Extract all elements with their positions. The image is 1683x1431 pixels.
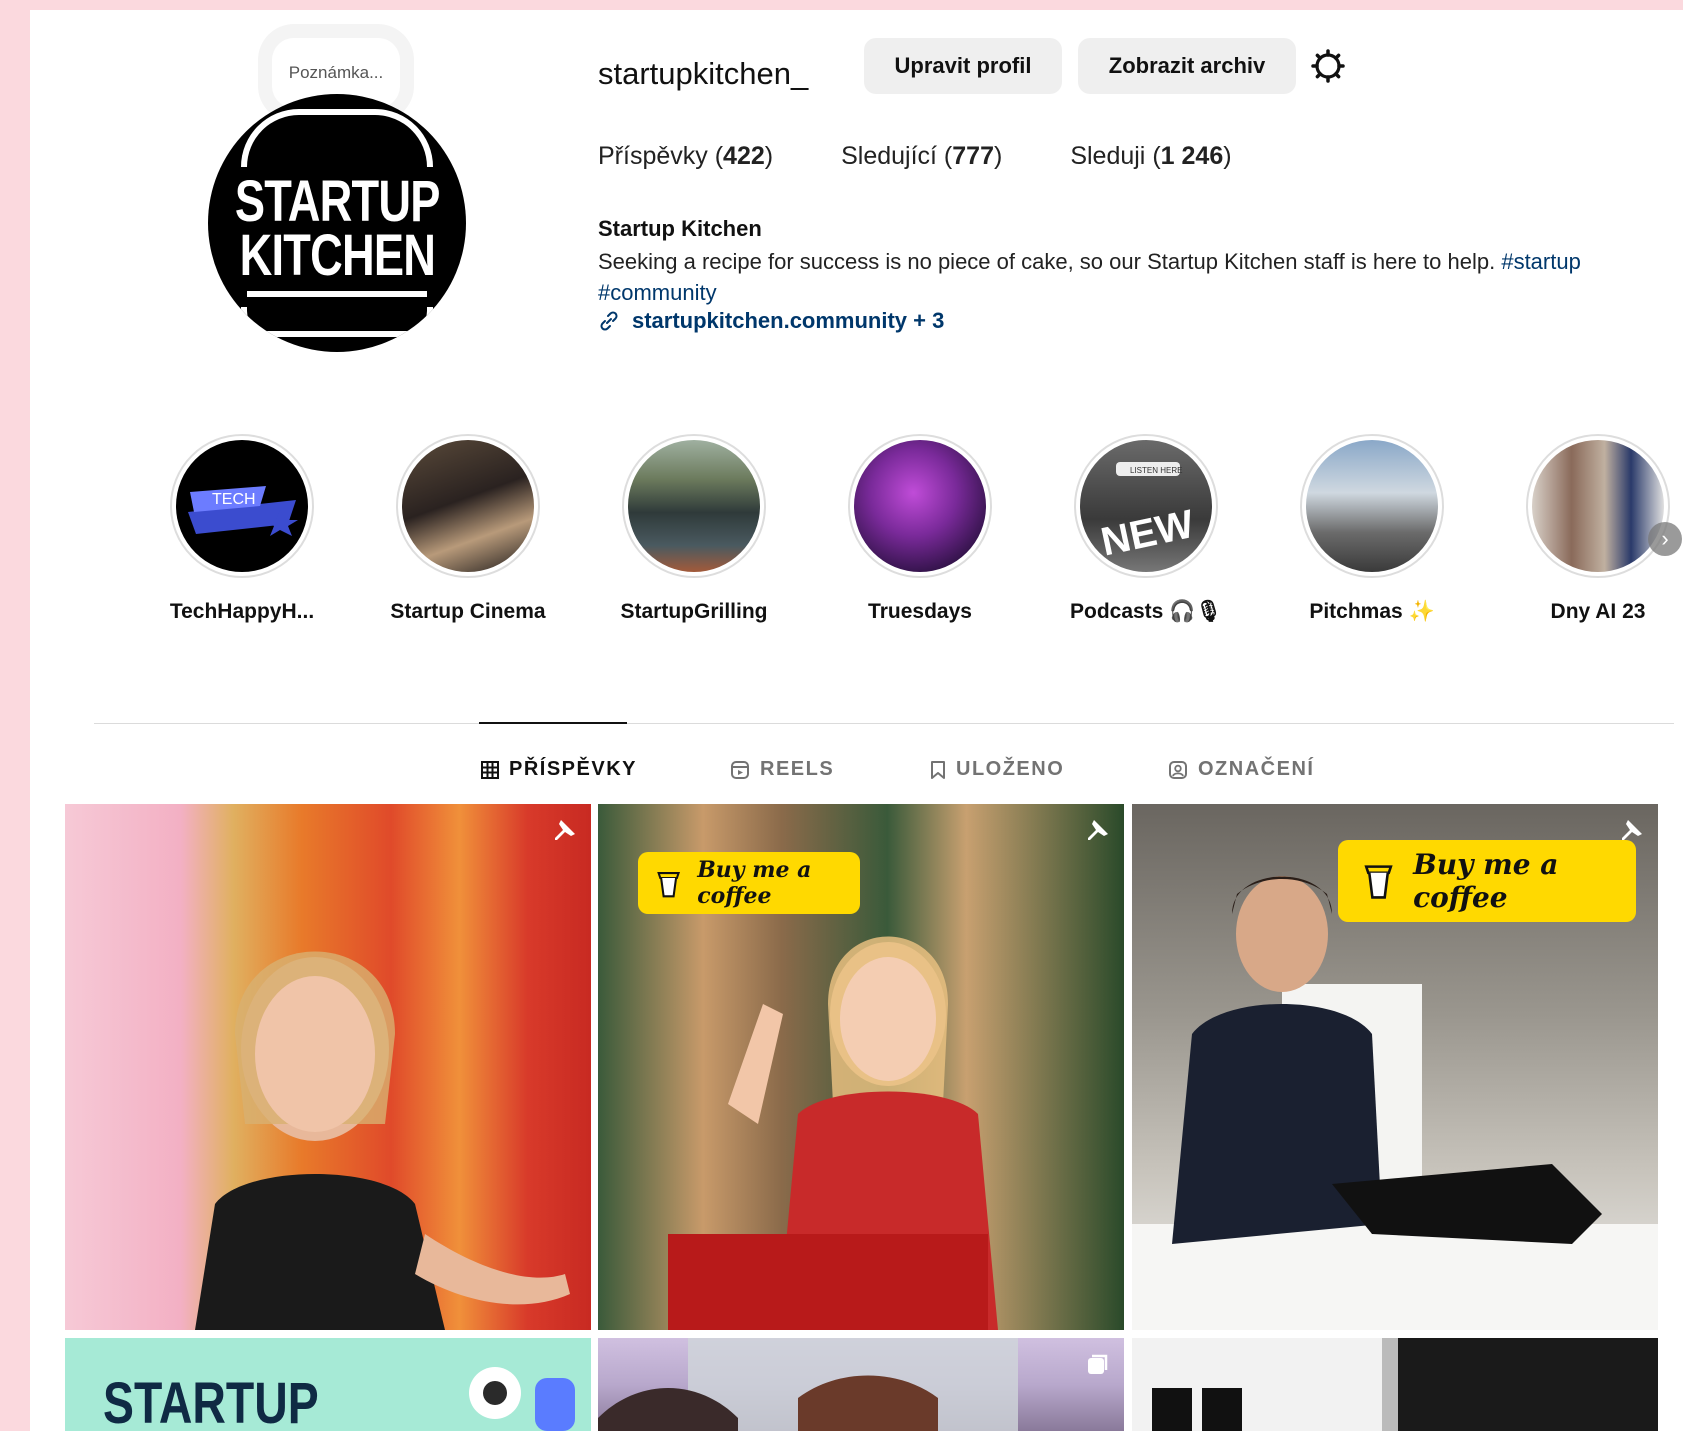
story-highlights: TECH TechHappyH... Startup Cinema Startu… — [30, 434, 1683, 634]
pinned-icon — [555, 820, 575, 840]
username: startupkitchen_ — [598, 56, 809, 91]
highlight-podcasts[interactable]: LISTEN HERE NEW Podcasts 🎧🎙 — [1066, 434, 1226, 624]
highlight-thumb — [628, 440, 760, 572]
tab-tagged[interactable]: OZNAČENÍ — [1168, 758, 1314, 781]
stat-following-label: Sleduji — [1070, 142, 1146, 170]
tab-reels[interactable]: REELS — [730, 758, 834, 781]
note-placeholder: Poznámka... — [288, 63, 384, 82]
grid-icon — [481, 760, 499, 779]
post-tile[interactable] — [65, 804, 591, 1330]
stat-followers[interactable]: Sledující (777) — [841, 142, 1002, 171]
profile-full-name: Startup Kitchen — [598, 216, 762, 241]
view-archive-button[interactable]: Zobrazit archiv — [1078, 38, 1296, 94]
highlight-techhappyhour[interactable]: TECH TechHappyH... — [162, 434, 322, 624]
highlight-startup-cinema[interactable]: Startup Cinema — [388, 434, 548, 624]
reels-icon — [731, 760, 749, 779]
highlight-thumb: TECH — [176, 440, 308, 572]
profile-link-more: + 3 — [913, 308, 945, 333]
settings-gear-icon[interactable] — [1310, 48, 1346, 84]
bookmark-icon — [931, 760, 945, 779]
coffee-cup-icon — [1364, 865, 1393, 899]
tab-posts[interactable]: PŘÍSPĚVKY — [481, 758, 637, 781]
post-tile[interactable]: Buy me a coffee — [598, 804, 1124, 1330]
stat-followers-count: 777 — [952, 142, 994, 170]
post-tile[interactable]: Buy me a coffee — [1132, 804, 1658, 1330]
hashtag-community[interactable]: #community — [598, 280, 717, 305]
avatar-logo-line-2: KITCHEN — [239, 223, 435, 288]
profile-avatar[interactable]: STARTUP KITCHEN — [208, 94, 466, 352]
highlight-label: Pitchmas ✨ — [1309, 600, 1435, 623]
highlight-pitchmas[interactable]: Pitchmas ✨ — [1292, 434, 1452, 624]
post-tile[interactable] — [598, 1338, 1124, 1431]
coffee-label: Buy me a coffee — [1413, 848, 1559, 914]
stat-posts-count: 422 — [723, 142, 765, 170]
coffee-label: Buy me a coffee — [697, 857, 812, 909]
highlight-label: Dny AI 23 — [1550, 600, 1646, 623]
profile-link[interactable]: startupkitchen.community + 3 — [598, 308, 944, 334]
post-tile[interactable] — [1132, 1338, 1658, 1431]
pinned-icon — [1622, 820, 1642, 840]
burger-patty-icon — [247, 291, 427, 297]
highlight-thumb — [1532, 440, 1664, 572]
post-photo-crowd — [598, 1338, 1018, 1431]
highlight-label: Podcasts 🎧🎙 — [1069, 600, 1222, 623]
burger-bun-top-icon — [241, 109, 433, 167]
stat-posts-label: Příspěvky — [598, 142, 708, 170]
tab-label: ULOŽENO — [956, 758, 1065, 780]
tagged-icon — [1169, 760, 1187, 779]
stat-following-count: 1 246 — [1160, 142, 1224, 170]
edit-profile-button[interactable]: Upravit profil — [864, 38, 1062, 94]
tabs-divider — [94, 723, 1674, 724]
highlight-thumb — [1306, 440, 1438, 572]
highlight-thumb — [402, 440, 534, 572]
tab-label: PŘÍSPĚVKY — [509, 758, 637, 780]
pinned-icon — [1088, 820, 1108, 840]
carousel-icon — [1088, 1354, 1108, 1374]
tab-label: OZNAČENÍ — [1198, 758, 1315, 780]
profile-link-text: startupkitchen.community — [632, 308, 908, 333]
buy-me-a-coffee-badge: Buy me a coffee — [638, 852, 860, 914]
burger-bun-bottom-icon — [241, 307, 433, 337]
stat-followers-label: Sledující — [841, 142, 937, 170]
highlight-thumb: LISTEN HERE NEW — [1080, 440, 1212, 572]
highlight-startupgrilling[interactable]: StartupGrilling — [614, 434, 774, 624]
coffee-cup-icon — [657, 872, 681, 898]
link-icon — [600, 311, 618, 331]
highlight-label: TechHappyH... — [169, 600, 315, 623]
new-thumb-text: NEW — [1097, 502, 1198, 564]
stat-following[interactable]: Sleduji (1 246) — [1070, 142, 1231, 171]
post-photo-woman-ribbons — [195, 951, 570, 1330]
avatar-logo-line-1: STARTUP — [234, 169, 441, 234]
post-tile[interactable]: STARTUP — [65, 1338, 591, 1431]
tab-label: REELS — [760, 758, 835, 780]
active-tab-indicator — [479, 722, 627, 724]
tech-thumb-text: TECH — [212, 491, 256, 508]
highlights-next-chevron-icon[interactable]: › — [1648, 522, 1682, 556]
post-startup-text: STARTUP — [103, 1371, 319, 1431]
buy-me-a-coffee-badge: Buy me a coffee — [1338, 840, 1636, 922]
stat-posts[interactable]: Příspěvky (422) — [598, 142, 773, 171]
highlight-thumb — [854, 440, 986, 572]
listen-thumb-text: LISTEN HERE — [1130, 466, 1182, 475]
highlight-truesdays[interactable]: Truesdays — [840, 434, 1000, 624]
hashtag-startup[interactable]: #startup — [1501, 249, 1581, 274]
highlight-label: Startup Cinema — [390, 600, 546, 623]
post-photo-dark-sign — [1132, 1338, 1398, 1431]
bio-text: Seeking a recipe for success is no piece… — [598, 249, 1496, 274]
profile-bio: Seeking a recipe for success is no piece… — [598, 246, 1683, 308]
highlight-label: Truesdays — [868, 600, 972, 623]
profile-stats: Příspěvky (422) Sledující (777) Sleduji … — [598, 142, 1300, 171]
profile-page: Poznámka... STARTUP KITCHEN startupkitch… — [30, 10, 1683, 1431]
highlight-label: StartupGrilling — [620, 600, 768, 623]
tab-saved[interactable]: ULOŽENO — [930, 758, 1064, 781]
